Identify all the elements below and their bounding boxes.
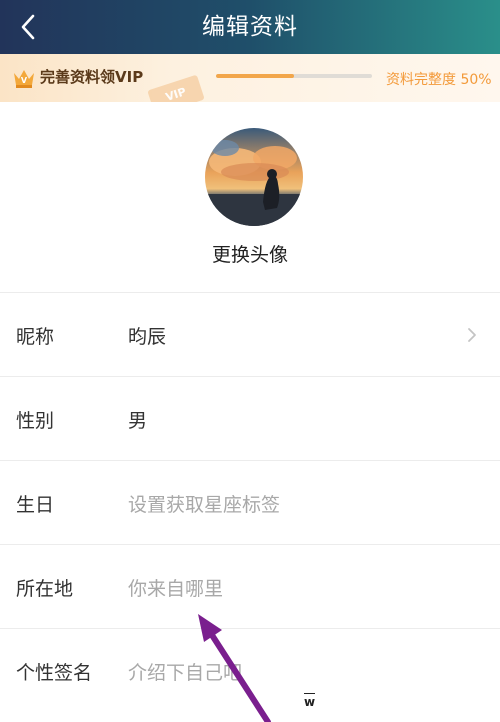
field-label: 所在地 xyxy=(16,578,74,600)
field-value: 男 xyxy=(128,410,148,432)
vip-promo-text[interactable]: 完善资料领VIP xyxy=(40,66,143,87)
chevron-left-icon xyxy=(21,14,35,40)
svg-text:V: V xyxy=(21,76,28,85)
vip-tag-decoration: VIP xyxy=(147,74,205,102)
field-row-nickname[interactable]: 昵称 昀辰 xyxy=(0,292,500,376)
profile-progress-bar xyxy=(216,74,372,78)
field-placeholder: 介绍下自己吧 xyxy=(128,662,243,684)
profile-progress-fill xyxy=(216,74,294,78)
avatar-section: 更换头像 xyxy=(0,102,500,292)
field-placeholder: 你来自哪里 xyxy=(128,578,224,600)
back-button[interactable] xyxy=(10,8,46,46)
field-label: 生日 xyxy=(16,494,55,516)
page-title: 编辑资料 xyxy=(202,14,298,40)
avatar-image xyxy=(205,128,303,226)
field-placeholder: 设置获取星座标签 xyxy=(128,494,281,516)
field-label: 个性签名 xyxy=(16,662,93,684)
crown-icon: V xyxy=(14,70,34,88)
field-row-location[interactable]: 所在地 你来自哪里 xyxy=(0,544,500,628)
change-avatar-label[interactable]: 更换头像 xyxy=(0,240,500,267)
field-label: 昵称 xyxy=(16,326,55,348)
chevron-right-icon xyxy=(468,328,476,342)
field-row-birthday[interactable]: 生日 设置获取星座标签 xyxy=(0,460,500,544)
profile-completeness-text: 资料完整度 50% xyxy=(386,72,492,88)
field-row-gender[interactable]: 性别 男 xyxy=(0,376,500,460)
avatar[interactable] xyxy=(205,128,303,226)
top-navbar: 编辑资料 xyxy=(0,0,500,54)
watermark-text: w xyxy=(304,693,316,709)
field-row-signature[interactable]: 个性签名 介绍下自己吧 xyxy=(0,628,500,712)
field-label: 性别 xyxy=(16,410,55,432)
field-value: 昀辰 xyxy=(128,326,167,348)
